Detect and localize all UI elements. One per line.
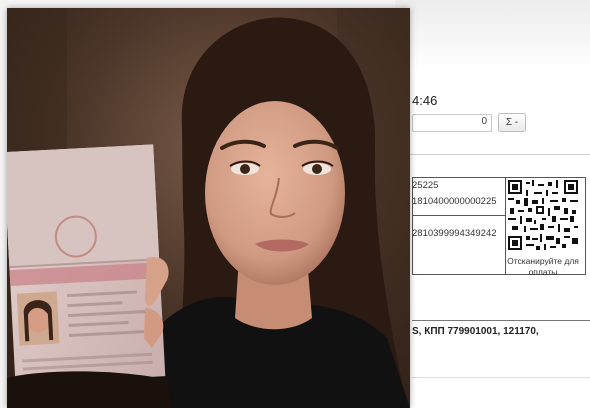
qr-caption: Отсканируйте для оплаты xyxy=(507,256,579,277)
portrait-illustration xyxy=(7,8,410,408)
table-cell-number-2: 1810400000000225 xyxy=(412,196,497,207)
portrait-photo xyxy=(7,8,410,408)
requisites-text: S, КПП 779901001, 121170, xyxy=(412,326,539,337)
document-top-fade xyxy=(395,0,590,70)
table-cell-number-1: 25225 xyxy=(412,180,439,191)
amount-input-value: 0 xyxy=(481,116,487,127)
table-cell-number-3: 2810399994349242 xyxy=(412,228,497,239)
sum-button[interactable]: Σ - xyxy=(498,113,526,132)
amount-input[interactable]: 0 xyxy=(412,114,492,132)
document-divider-2 xyxy=(412,320,590,321)
qr-code xyxy=(508,180,578,250)
document-time: 4:46 xyxy=(412,93,438,108)
table-row-divider xyxy=(413,215,505,216)
document-divider xyxy=(395,154,590,155)
document-divider-3 xyxy=(412,377,590,378)
